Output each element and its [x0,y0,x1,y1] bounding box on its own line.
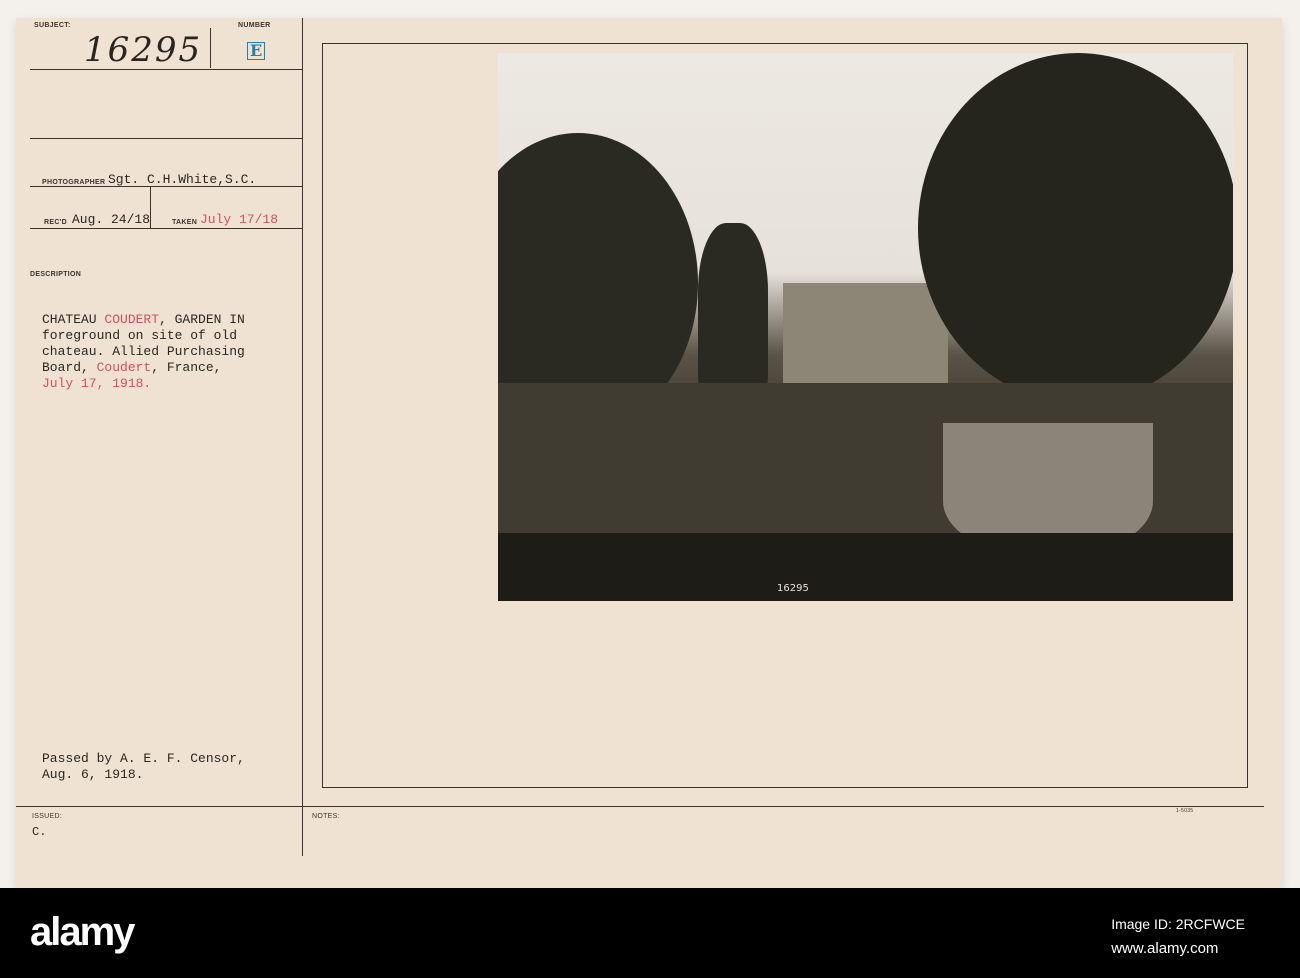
text: Board, [42,360,97,375]
text-red: Coudert [96,360,152,375]
text: , France, [151,360,222,375]
number-stamp: E [247,42,266,60]
text: July 17, 1918. [42,376,152,391]
description-label: DESCRIPTION [30,271,82,278]
subject-label: SUBJECT: [34,22,71,29]
subject-number: 16295 [84,30,203,70]
form-number: 1-5035 [1176,808,1194,814]
photographer-label: PHOTOGRAPHER [42,179,106,186]
text: Aug. 6, 1918. [42,767,144,782]
text-red: COUDERT [104,312,160,327]
recd-label: REC'D [44,219,67,226]
chateau-photo: 16295 [498,53,1233,601]
text: CHATEAU [42,312,105,327]
recd-value: Aug. 24/18 [72,212,151,227]
issued-value: C. [32,825,47,839]
censor-note: Passed by A. E. F. Censor, Aug. 6, 1918. [42,751,245,783]
text: Passed by A. E. F. Censor, [42,751,245,766]
issued-label: ISSUED: [32,813,63,820]
image-id: Image ID: 2RCFWCE [1111,916,1245,932]
text: foreground on site of old [42,328,238,343]
taken-value: July 17/18 [200,212,279,227]
photo-number: 16295 [777,583,809,594]
watermark-footer: alamy Image ID: 2RCFWCE www.alamy.com [0,888,1300,978]
text: , GARDEN IN [159,312,245,327]
taken-label: TAKEN [172,219,198,226]
alamy-logo: alamy [30,910,135,954]
number-label: NUMBER [238,22,271,29]
description: CHATEAU COUDERT, GARDEN IN foreground on… [42,312,245,392]
site-url[interactable]: www.alamy.com [1111,940,1245,957]
archival-photo-card: SUBJECT: 16295 NUMBER E PHOTOGRAPHER Sgt… [16,18,1282,888]
notes-label: NOTES: [312,813,340,820]
text: chateau. Allied Purchasing [42,344,245,359]
